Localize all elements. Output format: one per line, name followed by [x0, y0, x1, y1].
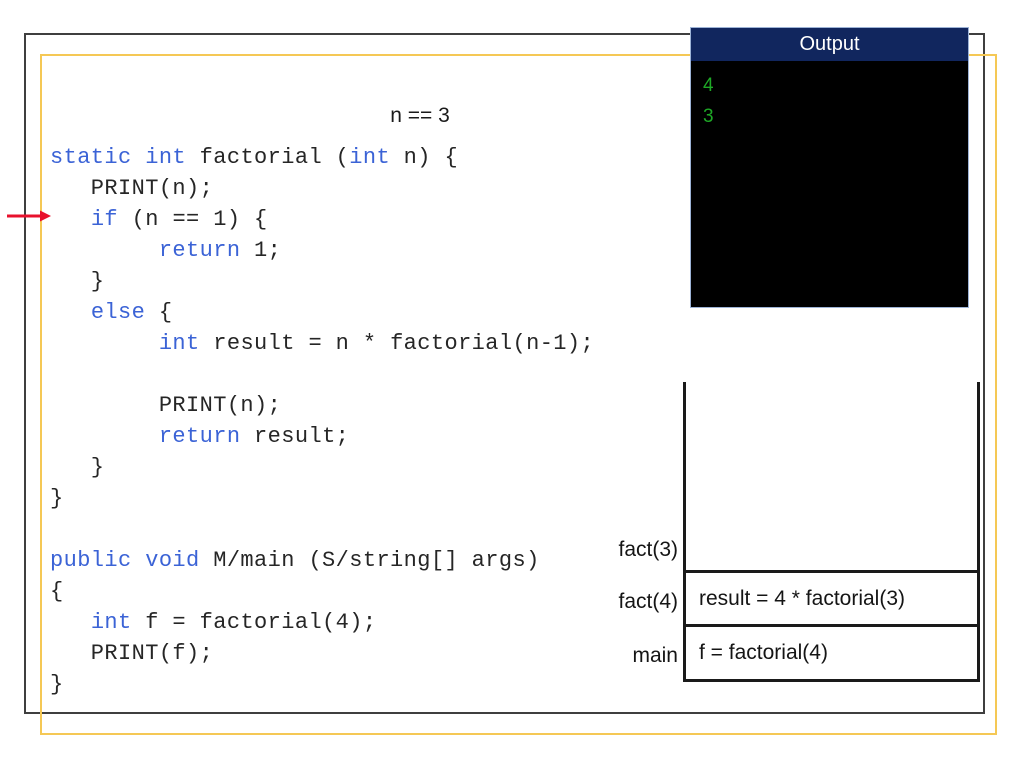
slide-canvas: n == 3 static int factorial (int n) { PR… — [0, 0, 1024, 768]
stack-frame-fact3 — [683, 382, 980, 573]
code-keyword: else — [90, 300, 146, 325]
source-code-block: static int factorial (int n) { PRINT(n);… — [50, 142, 670, 700]
code-line: PRINT(f); — [50, 638, 670, 669]
output-window-title: Output — [691, 28, 968, 61]
code-text: { — [50, 579, 64, 604]
stack-frame-content: result = 4 * factorial(3) — [699, 586, 906, 610]
stack-frame-content: f = factorial(4) — [699, 641, 828, 664]
call-stack-diagram: result = 4 * factorial(3) f = factorial(… — [683, 382, 980, 682]
code-keyword: int — [158, 331, 200, 356]
output-console-body: 43 — [691, 61, 968, 307]
stack-frame-fact4: result = 4 * factorial(3) — [683, 573, 980, 627]
red-arrow-icon — [7, 210, 51, 222]
code-line: else { — [50, 297, 670, 328]
output-console-window: Output 43 — [690, 27, 969, 308]
annotation-n-equals-3: n == 3 — [390, 104, 450, 127]
code-keyword: static int — [50, 145, 187, 170]
code-text: factorial ( — [186, 145, 350, 170]
code-text: { — [145, 300, 173, 325]
code-text: f = factorial(4); — [131, 610, 377, 635]
code-keyword: int — [90, 610, 132, 635]
code-line: } — [50, 483, 670, 514]
code-text: } — [50, 269, 105, 294]
code-line: public void M/main (S/string[] args) — [50, 545, 670, 576]
code-keyword: if — [90, 207, 119, 232]
code-line: PRINT(n); — [50, 390, 670, 421]
code-line: } — [50, 452, 670, 483]
code-line: if (n == 1) { — [50, 204, 670, 235]
code-text: PRINT(n); — [50, 393, 282, 418]
code-keyword: return — [158, 424, 241, 449]
code-line: int f = factorial(4); — [50, 607, 670, 638]
code-text: result; — [240, 424, 350, 449]
stack-label-fact3: fact(3) — [618, 538, 678, 561]
code-line: } — [50, 266, 670, 297]
code-line: { — [50, 576, 670, 607]
code-text: n) { — [390, 145, 459, 170]
code-line: return result; — [50, 421, 670, 452]
code-text: (n == 1) { — [118, 207, 268, 232]
console-output-line: 3 — [703, 106, 714, 127]
code-text: } — [50, 455, 105, 480]
code-text: M/main (S/string[] args) — [199, 548, 540, 573]
stack-frame-main: f = factorial(4) — [683, 627, 980, 682]
console-output-line: 4 — [703, 75, 714, 96]
code-line: return 1; — [50, 235, 670, 266]
code-text: } — [50, 672, 64, 697]
code-text: PRINT(f); — [50, 641, 214, 666]
code-text: result = n * factorial(n-1); — [199, 331, 595, 356]
code-line: int result = n * factorial(n-1); — [50, 328, 670, 390]
code-line: static int factorial (int n) { — [50, 142, 670, 173]
code-line: } — [50, 669, 670, 700]
code-keyword: int — [349, 145, 391, 170]
code-line: PRINT(n); — [50, 173, 670, 204]
stack-label-fact4: fact(4) — [618, 590, 678, 613]
code-text: } — [50, 486, 64, 511]
code-keyword: return — [158, 238, 241, 263]
stack-label-main: main — [632, 644, 678, 667]
code-keyword: public void — [50, 548, 200, 573]
code-text: PRINT(n); — [50, 176, 214, 201]
code-text: 1; — [240, 238, 282, 263]
